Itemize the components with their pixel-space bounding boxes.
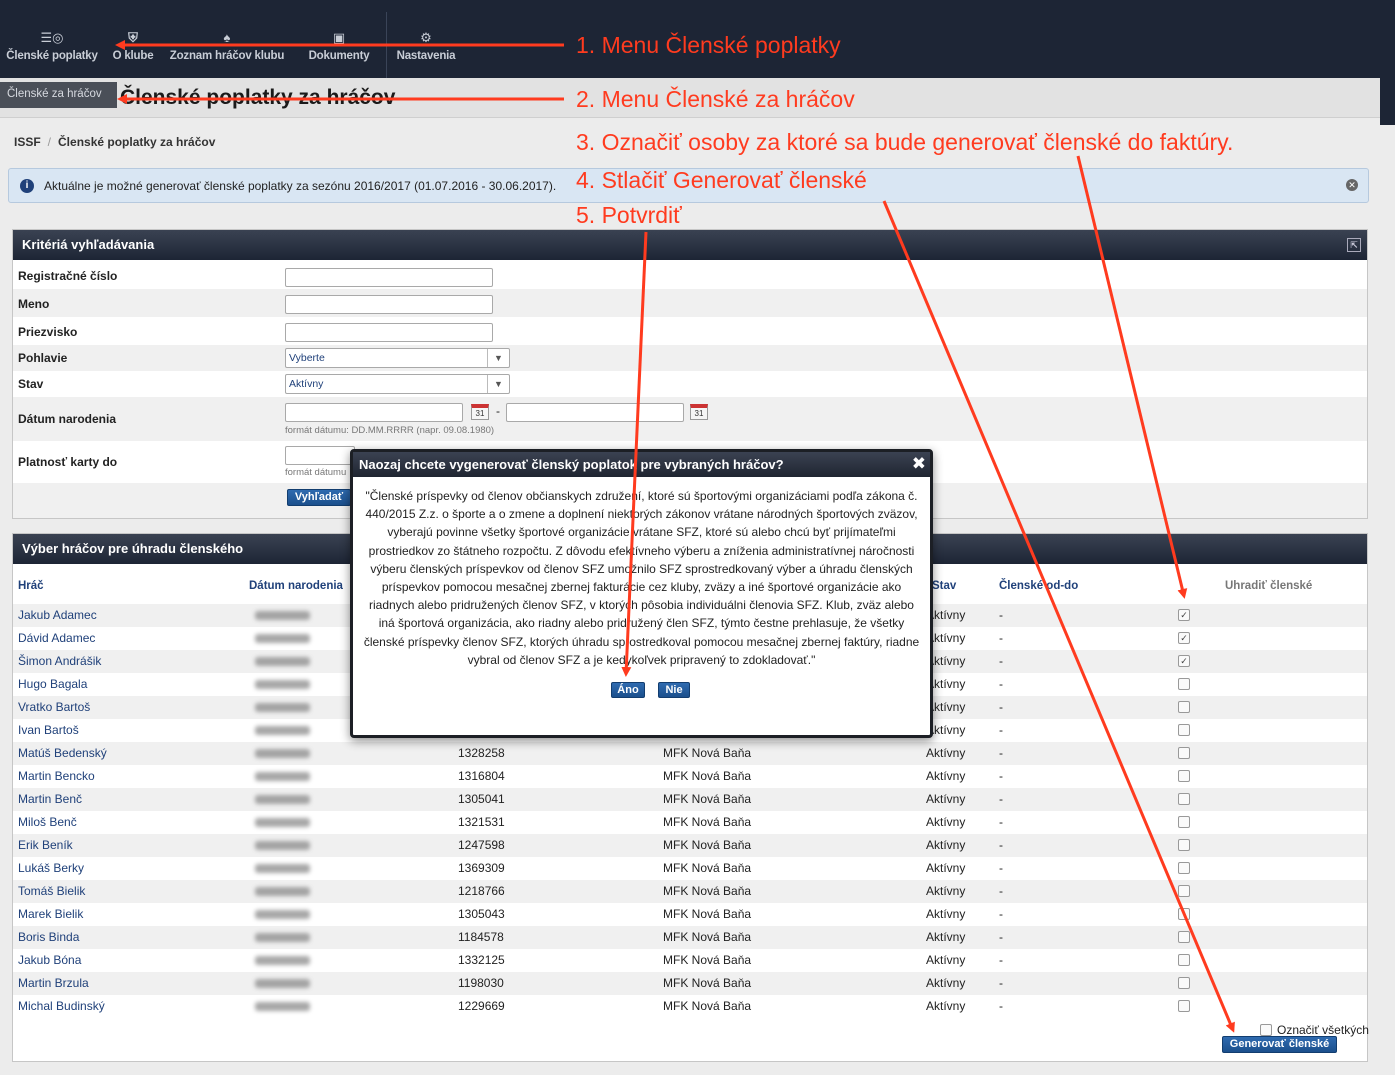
- annotation-arrows: [115, 40, 1235, 1033]
- arrow-to-checkboxes: [1076, 155, 1188, 599]
- arrow-to-confirm-button: [621, 231, 648, 677]
- arrow-to-generate-button: [882, 200, 1235, 1033]
